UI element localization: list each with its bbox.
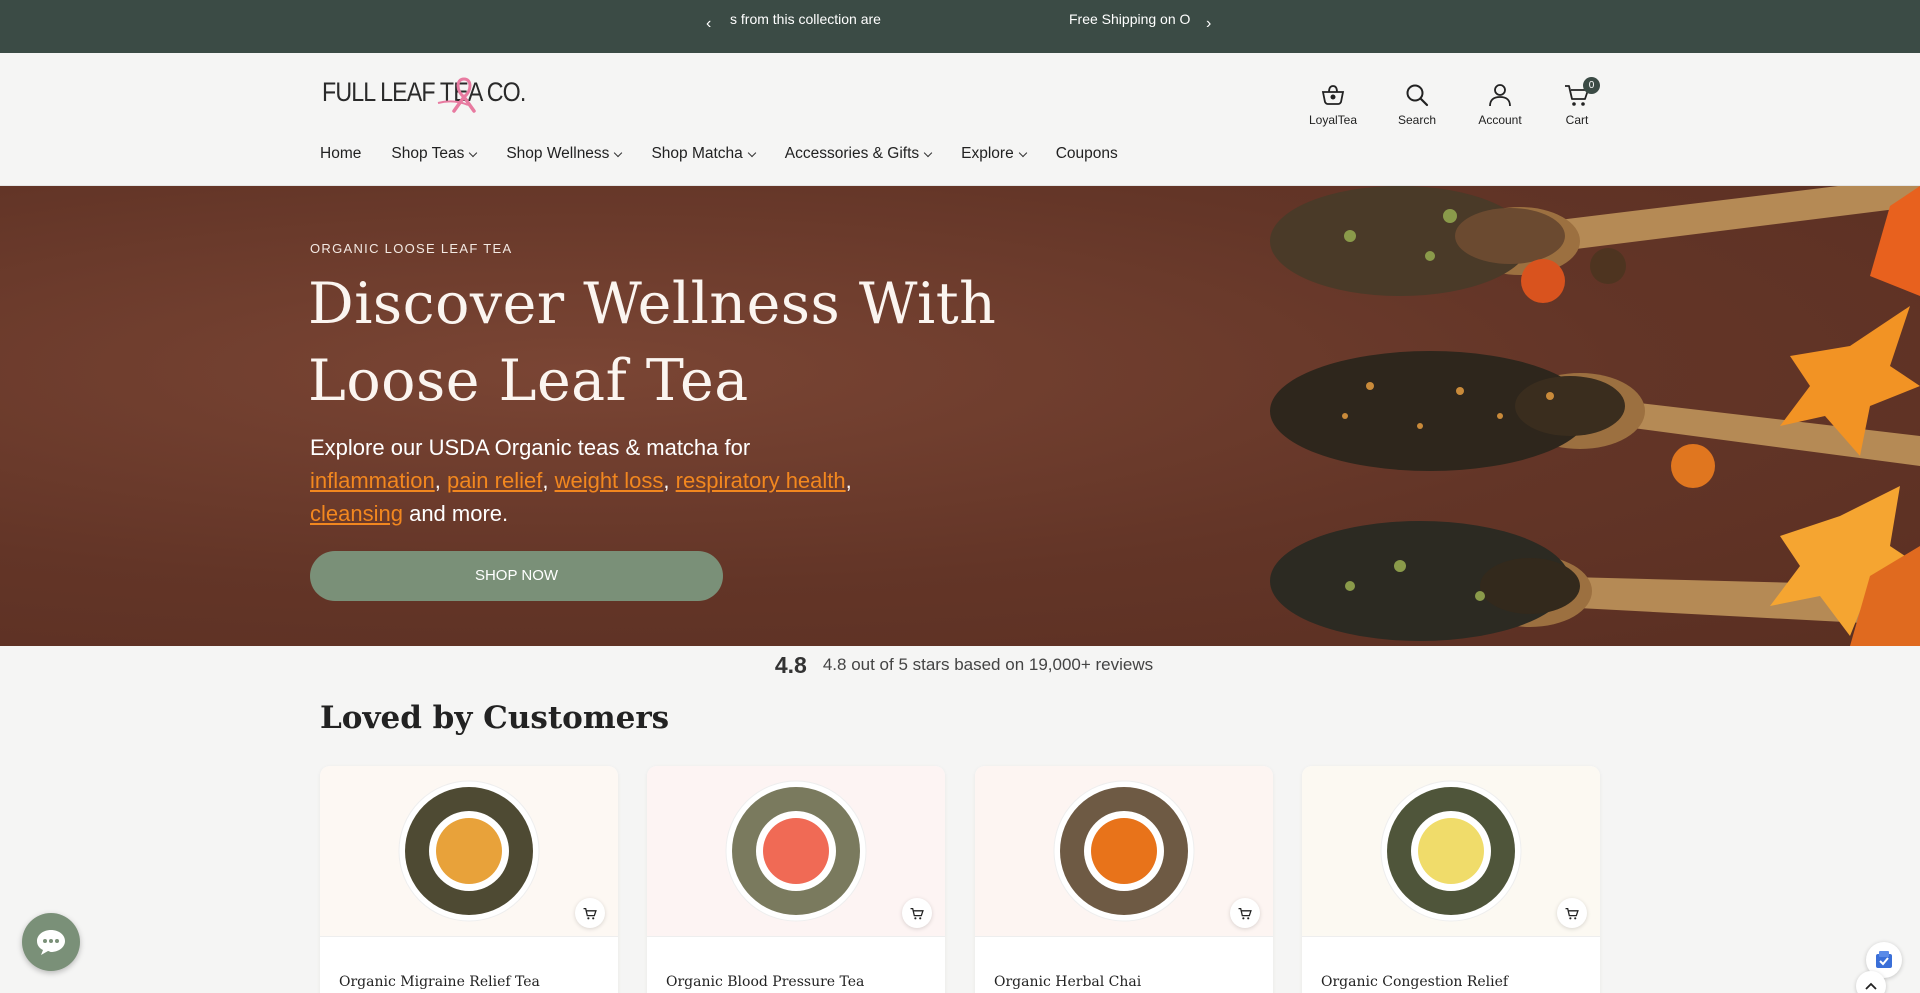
link-weight-loss[interactable]: weight loss (555, 468, 664, 493)
product-card[interactable]: Organic Congestion Relief (1302, 766, 1600, 993)
tea-spoons-image (1270, 186, 1920, 646)
announcement-message: Free Shipping on Or (1069, 11, 1191, 27)
tea-cup-image (320, 766, 618, 936)
cart-icon (583, 907, 597, 919)
link-pain-relief[interactable]: pain relief (447, 468, 542, 493)
shop-now-button[interactable]: SHOP NOW (310, 551, 723, 601)
chevron-down-icon (923, 148, 933, 157)
product-card[interactable]: Organic Migraine Relief Tea (320, 766, 618, 993)
shield-badge-icon (1876, 951, 1892, 968)
product-card[interactable]: Organic Herbal Chai (975, 766, 1273, 993)
chevron-down-icon (469, 148, 478, 157)
account-link[interactable]: Account (1460, 83, 1540, 127)
nav-label: Shop Teas (391, 145, 465, 162)
nav-home[interactable]: Home (320, 145, 361, 163)
cart-icon (1238, 907, 1252, 919)
utility-label: LoyalTea (1308, 113, 1358, 127)
nav-coupons[interactable]: Coupons (1056, 145, 1118, 163)
utility-label: Search (1397, 113, 1437, 127)
hero-title: Discover Wellness With Loose Leaf Tea (308, 271, 997, 414)
loyalty-tea-icon (1321, 85, 1345, 105)
nav-label: Coupons (1055, 145, 1118, 162)
hero-copy: Explore our USDA Organic teas & matcha f… (310, 435, 852, 526)
chevron-down-icon (747, 148, 757, 157)
search-link[interactable]: Search (1377, 83, 1457, 127)
search-icon (1406, 84, 1429, 107)
chevron-left-icon[interactable]: ‹ (706, 15, 711, 33)
tea-cup-image (1302, 766, 1600, 936)
card-divider (647, 936, 945, 937)
nav-label: Shop Wellness (506, 145, 610, 162)
nav-accessories-gifts[interactable]: Accessories & Gifts (784, 145, 933, 163)
link-respiratory-health[interactable]: respiratory health (676, 468, 846, 493)
tea-cup-image (647, 766, 945, 936)
logo-text: FULL LEAF TEA CO. (322, 77, 526, 107)
product-name[interactable]: Organic Migraine Relief Tea (339, 974, 540, 990)
product-name[interactable]: Organic Herbal Chai (994, 974, 1141, 990)
cart-count-badge: 0 (1583, 77, 1600, 94)
nav-shop-matcha[interactable]: Shop Matcha (651, 145, 757, 163)
section-title: Loved by Customers (320, 700, 670, 736)
announcement-message: s from this collection are (730, 11, 881, 27)
link-inflammation[interactable]: inflammation (310, 468, 435, 493)
hero-eyebrow: ORGANIC LOOSE LEAF TEA (310, 241, 513, 256)
main-nav: Home Shop Teas Shop Wellness Shop Matcha… (320, 145, 1148, 163)
chevron-right-icon[interactable]: › (1206, 15, 1211, 33)
nav-label: Accessories & Gifts (784, 145, 920, 162)
pink-ribbon-icon (437, 77, 476, 113)
card-divider (975, 936, 1273, 937)
card-divider (1302, 936, 1600, 937)
cart-icon (1565, 907, 1579, 919)
utility-label: Account (1478, 113, 1522, 127)
card-divider (320, 936, 618, 937)
account-icon (1489, 84, 1511, 107)
tea-cup-image (975, 766, 1273, 936)
chat-bubble-icon (37, 930, 65, 955)
product-card[interactable]: Organic Blood Pressure Tea (647, 766, 945, 993)
rating-text: 4.8 out of 5 stars based on 19,000+ revi… (822, 655, 1154, 674)
nav-shop-teas[interactable]: Shop Teas (391, 145, 478, 163)
nav-label: Home (320, 145, 362, 162)
product-name[interactable]: Organic Blood Pressure Tea (666, 974, 864, 990)
hero-banner: ORGANIC LOOSE LEAF TEA Discover Wellness… (0, 186, 1920, 646)
add-to-cart-button[interactable] (1557, 898, 1587, 928)
link-cleansing[interactable]: cleansing (310, 501, 403, 526)
chevron-up-icon (1865, 982, 1877, 990)
site-header: FULL LEAF TEA CO. LoyalTea Search Accoun… (0, 53, 1920, 186)
cart-link[interactable]: 0 Cart (1537, 77, 1617, 127)
rating-score: 4.8 (774, 651, 807, 678)
nav-explore[interactable]: Explore (961, 145, 1027, 163)
scroll-to-top-button[interactable] (1856, 971, 1886, 993)
rating-summary[interactable]: 4.8 4.8 out of 5 stars based on 19,000+ … (0, 646, 1920, 684)
product-name[interactable]: Organic Congestion Relief (1321, 974, 1508, 990)
cart-icon (910, 907, 924, 919)
chat-button[interactable] (22, 913, 80, 971)
add-to-cart-button[interactable] (1230, 898, 1260, 928)
loyaltea-link[interactable]: LoyalTea (1293, 83, 1373, 127)
add-to-cart-button[interactable] (902, 898, 932, 928)
add-to-cart-button[interactable] (575, 898, 605, 928)
hero-copy-intro: Explore our USDA Organic teas & matcha f… (310, 435, 751, 460)
announcement-bar: ‹ s from this collection are Free Shippi… (0, 0, 1920, 53)
site-logo[interactable]: FULL LEAF TEA CO. (322, 77, 559, 113)
hero-copy-outro: and more. (409, 501, 509, 526)
chevron-down-icon (614, 148, 623, 157)
nav-label: Shop Matcha (651, 145, 743, 162)
nav-shop-wellness[interactable]: Shop Wellness (506, 145, 623, 163)
nav-label: Explore (961, 145, 1014, 162)
chevron-down-icon (1018, 148, 1027, 157)
utility-label: Cart (1565, 113, 1589, 127)
